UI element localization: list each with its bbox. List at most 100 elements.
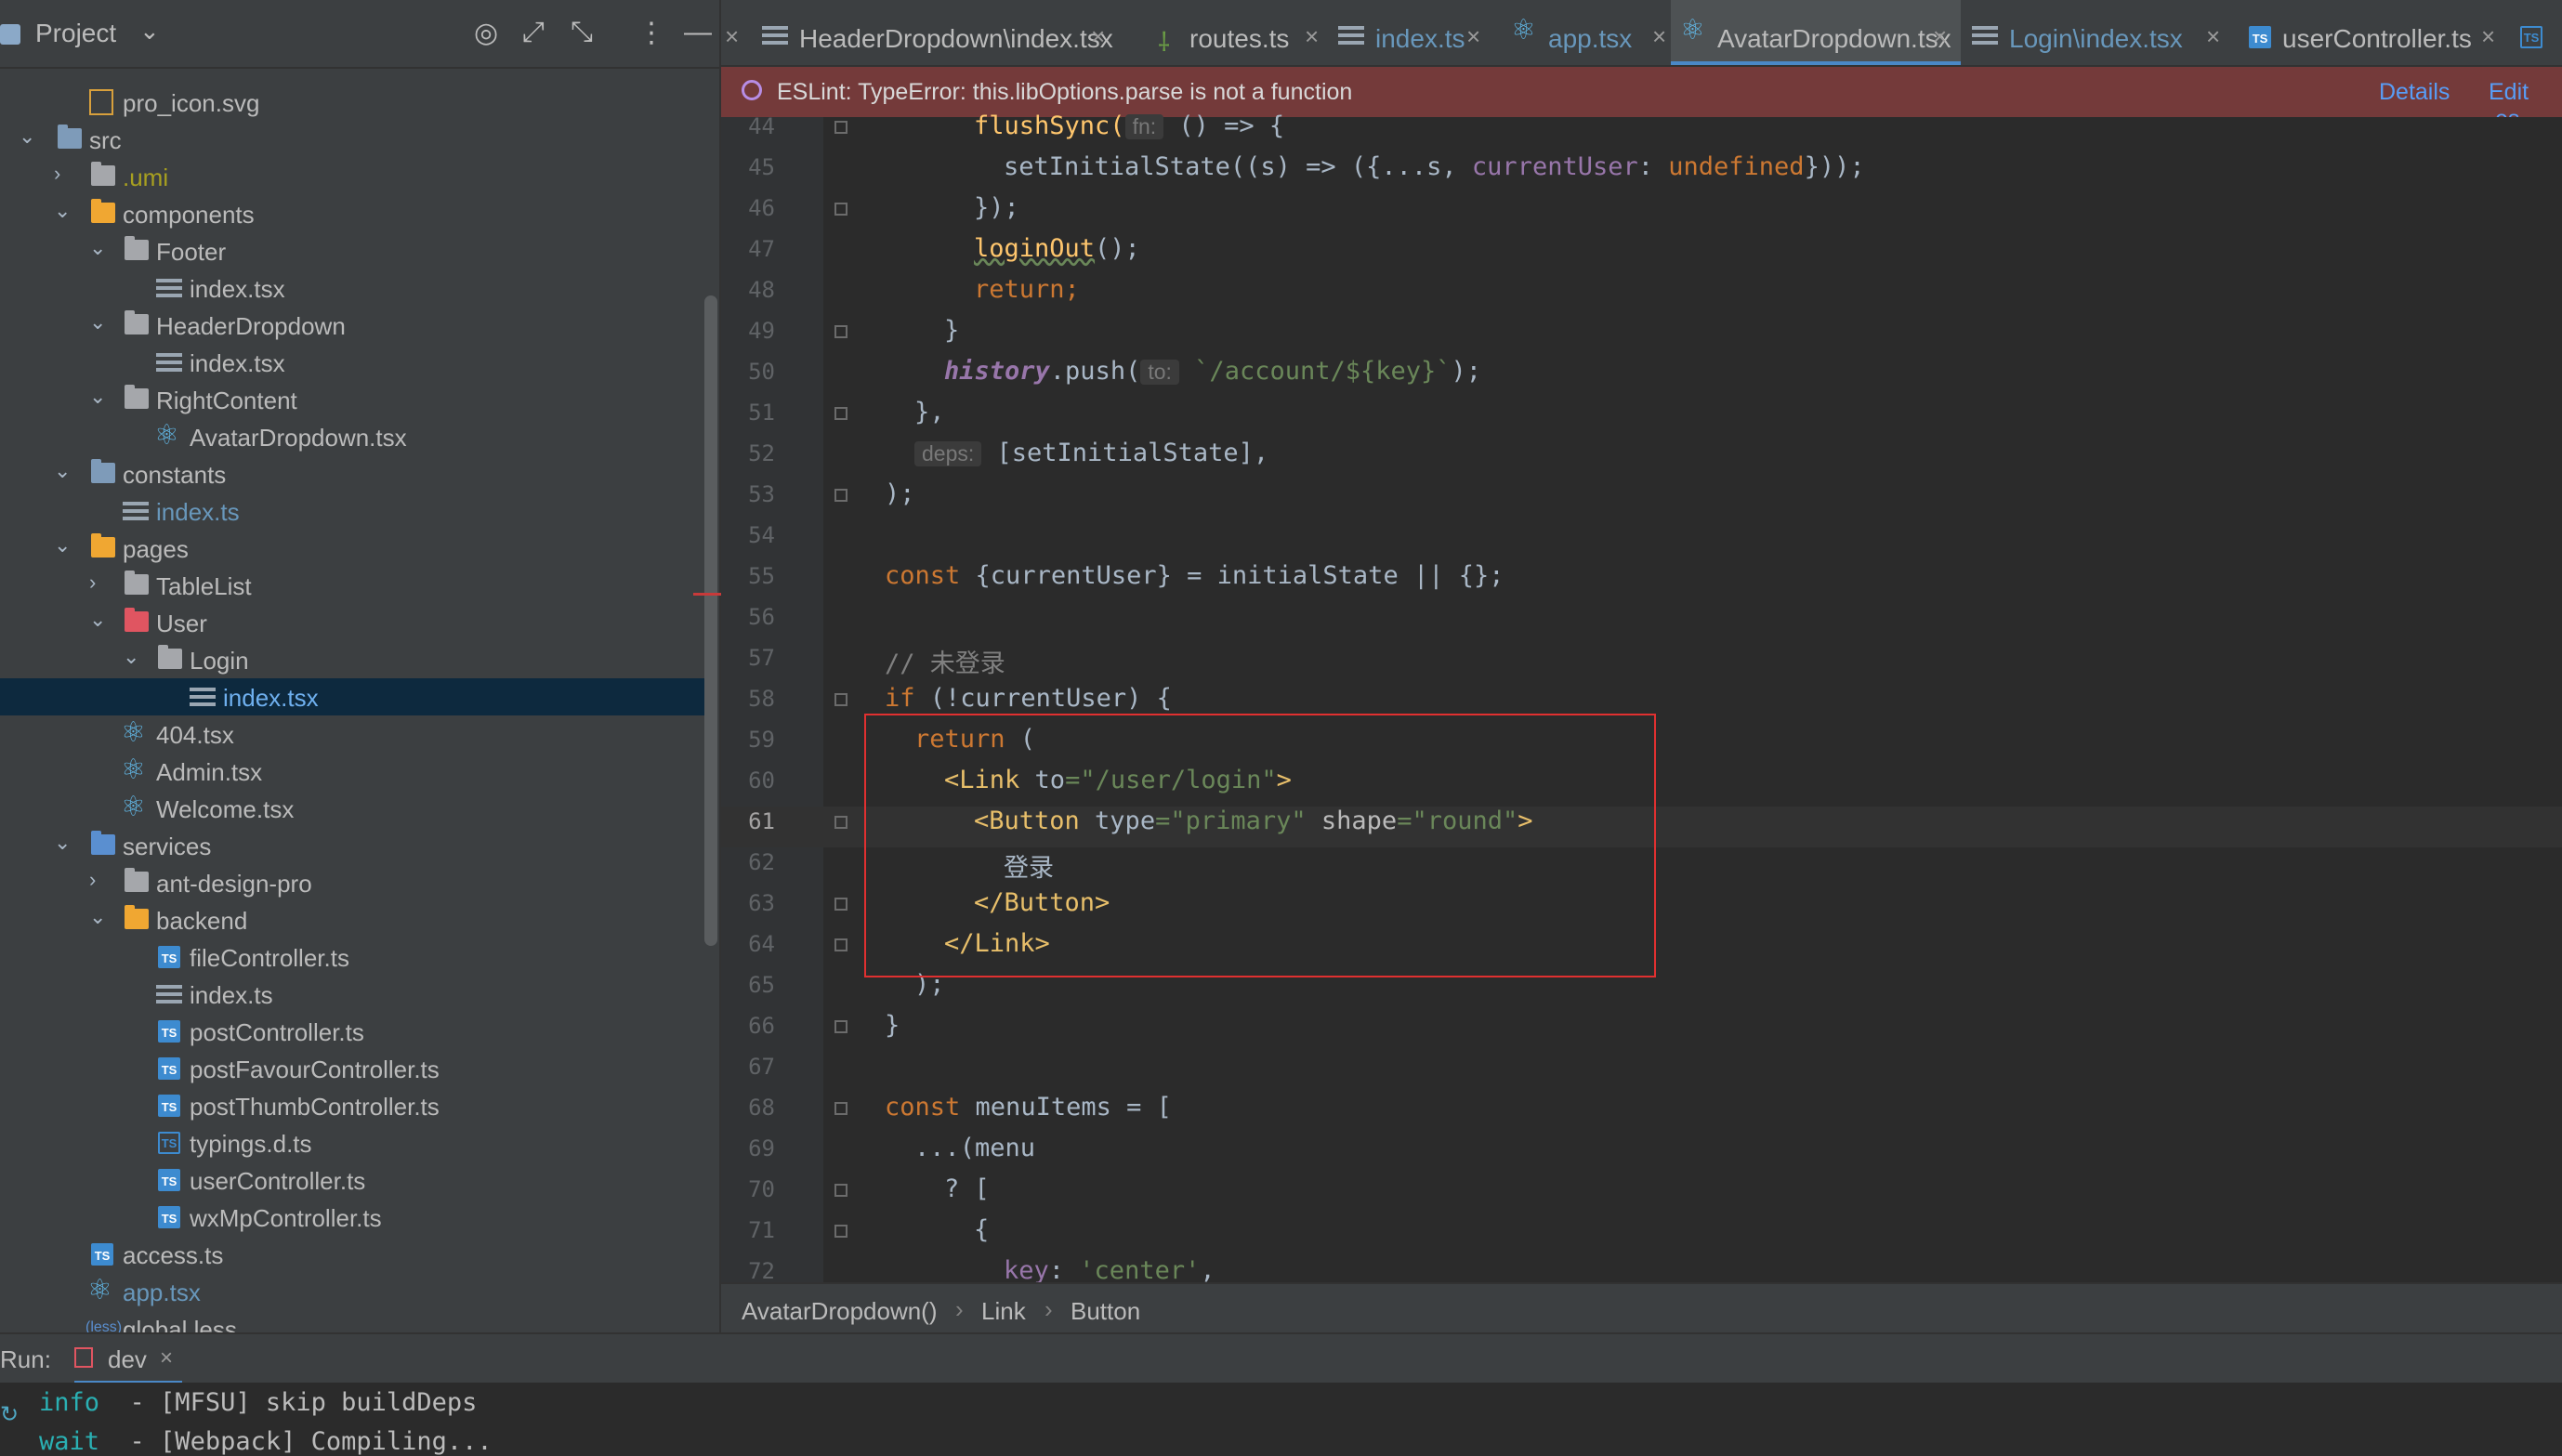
hide-panel-icon[interactable]: — bbox=[684, 17, 712, 48]
fold-marker[interactable] bbox=[834, 407, 847, 420]
fold-marker[interactable] bbox=[834, 693, 847, 706]
tab-usercontroller[interactable]: TS userController.ts × bbox=[2249, 0, 2528, 65]
tree-item-login[interactable]: ⌄ Login bbox=[0, 641, 706, 678]
tree-item-file[interactable]: ⚛ app.tsx bbox=[0, 1273, 706, 1310]
code-line-58[interactable]: if (!currentUser) { bbox=[885, 684, 1172, 713]
breadcrumb-item[interactable]: Button bbox=[1071, 1297, 1140, 1326]
tree-item-file[interactable]: TS userController.ts bbox=[0, 1161, 706, 1199]
tree-item-user[interactable]: ⌄ User bbox=[0, 604, 706, 641]
tab-headerdropdown-index[interactable]: HeaderDropdown\index.tsx × bbox=[762, 0, 1124, 65]
tree-item-file[interactable]: index.ts bbox=[0, 976, 706, 1013]
code-line-55[interactable]: const {currentUser} = initialState || {}… bbox=[885, 561, 1504, 590]
tab-index-ts[interactable]: index.ts × bbox=[1338, 0, 1524, 65]
code-line-71[interactable]: { bbox=[974, 1215, 989, 1244]
close-icon[interactable]: × bbox=[1466, 22, 1480, 51]
tree-item-backend[interactable]: ⌄ backend bbox=[0, 901, 706, 938]
close-icon[interactable]: × bbox=[160, 1345, 173, 1371]
chevron-down-icon[interactable]: ⌄ bbox=[123, 645, 139, 669]
chevron-down-icon[interactable]: ⌄ bbox=[89, 310, 106, 334]
tree-item-file[interactable]: ⚛ Admin.tsx bbox=[0, 753, 706, 790]
tree-item-selected[interactable]: index.tsx bbox=[0, 678, 706, 715]
run-tab-dev[interactable]: dev × bbox=[74, 1334, 182, 1384]
tree-item-file[interactable]: TS access.ts bbox=[0, 1236, 706, 1273]
tab-overflow-right[interactable]: TS bbox=[2520, 0, 2562, 65]
close-icon[interactable]: × bbox=[2206, 22, 2220, 51]
code-line-44[interactable]: flushSync(fn: () => { bbox=[974, 111, 1284, 140]
project-panel-title[interactable]: Project bbox=[35, 19, 116, 48]
close-icon[interactable]: × bbox=[1652, 22, 1666, 51]
fold-marker[interactable] bbox=[834, 325, 847, 338]
code-line-45[interactable]: setInitialState((s) => ({...s, currentUs… bbox=[1004, 152, 1865, 181]
tree-item-file[interactable]: index.tsx bbox=[0, 269, 706, 307]
close-icon[interactable]: × bbox=[725, 22, 739, 51]
chevron-down-icon[interactable]: ⌄ bbox=[54, 831, 71, 855]
details-link[interactable]: Details bbox=[2379, 79, 2450, 106]
chevron-down-icon[interactable]: ⌄ bbox=[54, 533, 71, 557]
chevron-down-icon[interactable]: ⌄ bbox=[19, 125, 35, 149]
breadcrumb-item[interactable]: AvatarDropdown() bbox=[742, 1297, 938, 1326]
tree-item-constants[interactable]: ⌄ constants bbox=[0, 455, 706, 492]
tree-item-ant-design-pro[interactable]: › ant-design-pro bbox=[0, 864, 706, 901]
code-line-66[interactable]: } bbox=[885, 1011, 900, 1040]
code-line-72[interactable]: key: 'center', bbox=[1004, 1256, 1215, 1285]
chevron-down-icon[interactable]: ⌄ bbox=[139, 17, 160, 46]
fold-marker[interactable] bbox=[834, 816, 847, 829]
chevron-down-icon[interactable]: ⌄ bbox=[89, 905, 106, 929]
rerun-icon[interactable]: ↻ bbox=[0, 1401, 19, 1428]
chevron-down-icon[interactable]: ⌄ bbox=[54, 459, 71, 483]
code-line-50[interactable]: history.push(to: `/account/${key}`); bbox=[944, 357, 1481, 386]
tree-item-components[interactable]: ⌄ components bbox=[0, 195, 706, 232]
tree-item-file[interactable]: TS postFavourController.ts bbox=[0, 1050, 706, 1087]
fold-marker[interactable] bbox=[834, 898, 847, 911]
tree-item-headerdropdown[interactable]: ⌄ HeaderDropdown bbox=[0, 307, 706, 344]
tree-item-umi[interactable]: › .umi bbox=[0, 158, 706, 195]
fold-marker[interactable] bbox=[834, 489, 847, 502]
tree-item-footer[interactable]: ⌄ Footer bbox=[0, 232, 706, 269]
breadcrumb-item[interactable]: Link bbox=[981, 1297, 1026, 1326]
fold-marker[interactable] bbox=[834, 203, 847, 216]
close-icon[interactable]: × bbox=[1933, 22, 1947, 51]
tree-item-file[interactable]: TS postController.ts bbox=[0, 1013, 706, 1050]
tree-item-file[interactable]: ⚛ Welcome.tsx bbox=[0, 790, 706, 827]
code-line-57[interactable]: // 未登录 bbox=[885, 643, 1005, 679]
code-line-53[interactable]: ); bbox=[885, 479, 915, 508]
tree-item-file[interactable]: index.ts bbox=[0, 492, 706, 530]
close-icon[interactable]: × bbox=[2481, 22, 2495, 51]
chevron-down-icon[interactable]: ⌄ bbox=[89, 385, 106, 409]
tree-item[interactable]: pro_icon.svg bbox=[0, 84, 706, 121]
project-scrollbar[interactable] bbox=[704, 295, 717, 946]
tab-overflow[interactable]: × bbox=[721, 0, 740, 65]
code-line-69[interactable]: ...(menu bbox=[914, 1134, 1035, 1162]
code-line-52[interactable]: deps: [setInitialState], bbox=[914, 439, 1268, 467]
tree-item-rightcontent[interactable]: ⌄ RightContent bbox=[0, 381, 706, 418]
tree-item-file[interactable]: ⚛ AvatarDropdown.tsx bbox=[0, 418, 706, 455]
tree-item-file[interactable]: TS wxMpController.ts bbox=[0, 1199, 706, 1236]
fold-marker[interactable] bbox=[834, 1020, 847, 1033]
tree-item-tablelist[interactable]: › TableList bbox=[0, 567, 706, 604]
expand-all-icon[interactable]: ⤢ bbox=[522, 17, 545, 48]
chevron-right-icon[interactable]: › bbox=[89, 868, 96, 892]
tree-item-file[interactable]: TS postThumbController.ts bbox=[0, 1087, 706, 1124]
tree-item-file[interactable]: (less) global.less bbox=[0, 1310, 706, 1332]
tab-avatardropdown[interactable]: ⚛ AvatarDropdown.tsx × bbox=[1671, 0, 1961, 65]
code-line-51[interactable]: }, bbox=[914, 398, 945, 426]
close-icon[interactable]: × bbox=[1305, 22, 1319, 51]
tree-item-file[interactable]: index.tsx bbox=[0, 344, 706, 381]
tree-item-services[interactable]: ⌄ services bbox=[0, 827, 706, 864]
chevron-right-icon[interactable]: › bbox=[54, 162, 60, 186]
target-icon[interactable]: ◎ bbox=[474, 17, 498, 49]
code-line-47[interactable]: loginOut(); bbox=[974, 234, 1140, 263]
fold-marker[interactable] bbox=[834, 1102, 847, 1115]
tree-item-file[interactable]: TS fileController.ts bbox=[0, 938, 706, 976]
fold-marker[interactable] bbox=[834, 121, 847, 134]
chevron-right-icon[interactable]: › bbox=[89, 571, 96, 595]
code-line-48[interactable]: return; bbox=[974, 275, 1080, 304]
tree-item-file[interactable]: ⚛ 404.tsx bbox=[0, 715, 706, 753]
tab-login-index[interactable]: Login\index.tsx × bbox=[1972, 0, 2241, 65]
code-line-46[interactable]: }); bbox=[974, 193, 1019, 222]
code-line-68[interactable]: const menuItems = [ bbox=[885, 1093, 1172, 1122]
tree-item-file[interactable]: TS typings.d.ts bbox=[0, 1124, 706, 1161]
chevron-down-icon[interactable]: ⌄ bbox=[89, 236, 106, 260]
fold-marker[interactable] bbox=[834, 938, 847, 951]
code-line-49[interactable]: } bbox=[944, 316, 959, 345]
